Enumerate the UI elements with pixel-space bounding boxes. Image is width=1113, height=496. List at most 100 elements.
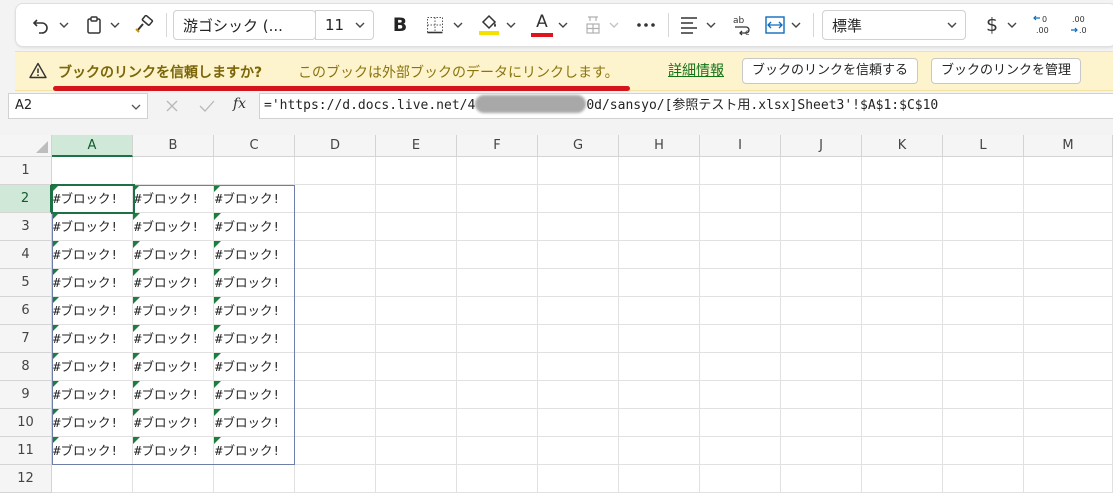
cell-f2[interactable] (457, 185, 538, 213)
cell-i5[interactable] (700, 269, 781, 297)
cell-b9[interactable]: #ブロック! (133, 381, 214, 409)
currency-format-button[interactable]: $ (981, 4, 1003, 46)
cell-h1[interactable] (619, 157, 700, 185)
cell-h10[interactable] (619, 409, 700, 437)
cell-c5[interactable]: #ブロック! (214, 269, 295, 297)
formula-input[interactable]: ='https://d.docs.live.net/4 0d/sansyo/[参照… (259, 93, 1113, 119)
row-header-3[interactable]: 3 (0, 213, 52, 241)
row-header-12[interactable]: 12 (0, 465, 52, 493)
cell-l12[interactable] (943, 465, 1024, 493)
cell-m6[interactable] (1024, 297, 1113, 325)
cell-h9[interactable] (619, 381, 700, 409)
cell-i9[interactable] (700, 381, 781, 409)
more-options-button[interactable] (633, 4, 659, 46)
cell-d11[interactable] (295, 437, 376, 465)
cell-k9[interactable] (862, 381, 943, 409)
cell-h12[interactable] (619, 465, 700, 493)
cell-l5[interactable] (943, 269, 1024, 297)
cell-f12[interactable] (457, 465, 538, 493)
cell-b10[interactable]: #ブロック! (133, 409, 214, 437)
cell-a12[interactable] (52, 465, 133, 493)
cell-g8[interactable] (538, 353, 619, 381)
cell-i10[interactable] (700, 409, 781, 437)
cell-i4[interactable] (700, 241, 781, 269)
cell-h6[interactable] (619, 297, 700, 325)
cell-c7[interactable]: #ブロック! (214, 325, 295, 353)
cell-c6[interactable]: #ブロック! (214, 297, 295, 325)
cell-l10[interactable] (943, 409, 1024, 437)
cell-c9[interactable]: #ブロック! (214, 381, 295, 409)
cell-f3[interactable] (457, 213, 538, 241)
column-header-a[interactable]: A (52, 135, 133, 157)
cell-e8[interactable] (376, 353, 457, 381)
cell-i8[interactable] (700, 353, 781, 381)
cell-b1[interactable] (133, 157, 214, 185)
cell-h2[interactable] (619, 185, 700, 213)
cell-h3[interactable] (619, 213, 700, 241)
cell-g12[interactable] (538, 465, 619, 493)
row-header-4[interactable]: 4 (0, 241, 52, 269)
column-header-m[interactable]: M (1024, 135, 1113, 157)
cell-g1[interactable] (538, 157, 619, 185)
cell-m3[interactable] (1024, 213, 1113, 241)
row-header-8[interactable]: 8 (0, 353, 52, 381)
cell-f1[interactable] (457, 157, 538, 185)
cell-j10[interactable] (781, 409, 862, 437)
cell-d9[interactable] (295, 381, 376, 409)
cell-j12[interactable] (781, 465, 862, 493)
cell-a11[interactable]: #ブロック! (52, 437, 133, 465)
cell-k7[interactable] (862, 325, 943, 353)
column-header-b[interactable]: B (133, 135, 214, 157)
cell-l6[interactable] (943, 297, 1024, 325)
cell-e6[interactable] (376, 297, 457, 325)
cell-g10[interactable] (538, 409, 619, 437)
cell-j8[interactable] (781, 353, 862, 381)
cell-b12[interactable] (133, 465, 214, 493)
cell-c10[interactable]: #ブロック! (214, 409, 295, 437)
undo-button[interactable] (28, 4, 54, 46)
cell-i12[interactable] (700, 465, 781, 493)
row-header-5[interactable]: 5 (0, 269, 52, 297)
cell-m4[interactable] (1024, 241, 1113, 269)
row-header-9[interactable]: 9 (0, 381, 52, 409)
format-painter-button[interactable] (132, 4, 156, 46)
bold-button[interactable]: B (388, 4, 412, 46)
paste-button[interactable] (82, 4, 106, 46)
cell-a7[interactable]: #ブロック! (52, 325, 133, 353)
name-box[interactable]: A2 (8, 93, 148, 119)
check-icon[interactable] (199, 99, 215, 113)
cell-b4[interactable]: #ブロック! (133, 241, 214, 269)
cell-g11[interactable] (538, 437, 619, 465)
font-size-dropdown[interactable]: 11 (316, 10, 374, 40)
column-header-j[interactable]: J (781, 135, 862, 157)
cell-f7[interactable] (457, 325, 538, 353)
cell-l11[interactable] (943, 437, 1024, 465)
cell-b11[interactable]: #ブロック! (133, 437, 214, 465)
cell-e10[interactable] (376, 409, 457, 437)
number-format-dropdown[interactable]: 標準 (822, 10, 966, 40)
cell-j3[interactable] (781, 213, 862, 241)
increase-decimal-button[interactable]: 0 .00 (1031, 4, 1057, 46)
chevron-down-icon[interactable] (110, 20, 120, 30)
cell-c12[interactable] (214, 465, 295, 493)
cell-h7[interactable] (619, 325, 700, 353)
cell-c4[interactable]: #ブロック! (214, 241, 295, 269)
cell-i7[interactable] (700, 325, 781, 353)
cell-m5[interactable] (1024, 269, 1113, 297)
column-header-i[interactable]: I (700, 135, 781, 157)
row-header-2[interactable]: 2 (0, 185, 52, 213)
cell-e12[interactable] (376, 465, 457, 493)
chevron-down-icon[interactable] (453, 20, 463, 30)
column-header-c[interactable]: C (214, 135, 295, 157)
cell-h4[interactable] (619, 241, 700, 269)
column-header-h[interactable]: H (619, 135, 700, 157)
cell-m8[interactable] (1024, 353, 1113, 381)
cell-a9[interactable]: #ブロック! (52, 381, 133, 409)
row-header-6[interactable]: 6 (0, 297, 52, 325)
cell-j11[interactable] (781, 437, 862, 465)
cell-d10[interactable] (295, 409, 376, 437)
cell-b7[interactable]: #ブロック! (133, 325, 214, 353)
cell-c8[interactable]: #ブロック! (214, 353, 295, 381)
cell-i3[interactable] (700, 213, 781, 241)
chevron-down-icon[interactable] (791, 20, 801, 30)
